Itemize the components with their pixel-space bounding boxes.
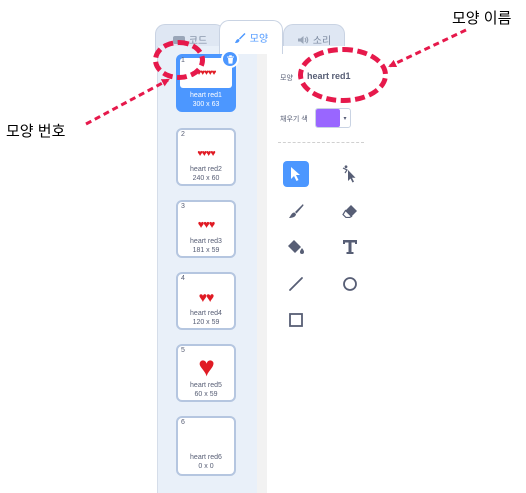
- tab-costumes-label: 모양: [249, 34, 269, 45]
- costume-number: 3: [181, 203, 185, 210]
- fill-tool[interactable]: [283, 234, 309, 260]
- costume-number: 1: [181, 57, 185, 64]
- rectangle-tool[interactable]: [283, 307, 309, 333]
- costume-card-6[interactable]: 6 heart red6 0 x 0: [176, 416, 236, 476]
- costume-name: heart red4: [190, 310, 222, 317]
- speaker-icon: [297, 35, 309, 44]
- circle-tool[interactable]: [337, 271, 363, 297]
- brush-icon: [289, 204, 304, 218]
- costume-name: heart red3: [190, 238, 222, 245]
- circle-icon: [343, 277, 357, 291]
- costume-card-4[interactable]: 4 ♥♥ heart red4 120 x 59: [176, 272, 236, 330]
- tab-sounds-label: 소리: [312, 36, 332, 47]
- eraser-tool[interactable]: [337, 198, 363, 224]
- costume-number: 4: [181, 275, 185, 282]
- costume-thumbnail: [178, 428, 234, 454]
- fill-color-label: 채우기 색: [280, 116, 308, 123]
- costume-name: heart red5: [190, 382, 222, 389]
- tab-costumes[interactable]: 모양: [219, 20, 283, 54]
- text-tool[interactable]: [337, 234, 363, 260]
- trash-icon: [226, 54, 234, 64]
- fill-color-picker[interactable]: ▾: [315, 108, 351, 128]
- reshape-icon: [342, 165, 356, 183]
- fill-icon: [288, 240, 304, 254]
- rectangle-icon: [289, 313, 303, 327]
- costume-number: 6: [181, 419, 185, 426]
- costume-list-scrollbar[interactable]: [257, 46, 267, 493]
- costume-number: 2: [181, 131, 185, 138]
- select-icon: [291, 167, 300, 181]
- reshape-tool[interactable]: [337, 161, 363, 187]
- annotation-costume-name-label: 모양 이름: [452, 10, 512, 27]
- costume-size: 240 x 60: [192, 175, 220, 182]
- delete-costume-button[interactable]: [221, 50, 239, 68]
- costume-card-2[interactable]: 2 ♥♥♥♥ heart red2 240 x 60: [176, 128, 236, 186]
- costume-name: heart red1: [190, 92, 222, 99]
- costume-name: heart red6: [190, 454, 222, 461]
- annotation-number-highlight: [153, 40, 205, 80]
- annotation-costume-number-label: 모양 번호: [6, 123, 66, 140]
- costume-card-3[interactable]: 3 ♥♥♥ heart red3 181 x 59: [176, 200, 236, 258]
- costume-card-5[interactable]: 5 ♥ heart red5 60 x 59: [176, 344, 236, 402]
- costume-thumbnail: ♥♥♥♥: [178, 140, 234, 166]
- costume-size: 300 x 63: [192, 101, 220, 108]
- annotation-name-highlight: [298, 47, 388, 103]
- paintbrush-icon: [234, 32, 246, 43]
- costume-thumbnail: ♥♥: [178, 284, 234, 310]
- eraser-icon: [342, 205, 357, 218]
- fill-color-swatch: [316, 109, 340, 127]
- brush-tool[interactable]: [283, 198, 309, 224]
- line-tool[interactable]: [283, 271, 309, 297]
- costume-size: 181 x 59: [192, 247, 220, 254]
- costume-size: 0 x 0: [198, 463, 214, 470]
- costume-name-label: 모양: [280, 75, 293, 82]
- hearts-image: ♥♥♥♥: [197, 147, 215, 158]
- hearts-image: ♥: [198, 351, 215, 382]
- costume-number: 5: [181, 347, 185, 354]
- hearts-image: ♥♥♥: [197, 218, 216, 231]
- text-icon: [343, 240, 357, 254]
- line-icon: [289, 277, 303, 291]
- costume-name: heart red2: [190, 166, 222, 173]
- caret-down-icon: ▾: [343, 115, 347, 122]
- costume-size: 60 x 59: [194, 391, 218, 398]
- select-tool[interactable]: [283, 161, 309, 187]
- annotation-arrow-number: [85, 78, 170, 126]
- hearts-image: ♥♥: [198, 289, 215, 305]
- divider: [278, 142, 364, 143]
- costume-size: 120 x 59: [192, 319, 220, 326]
- costume-thumbnail: ♥: [178, 351, 234, 382]
- costume-thumbnail: ♥♥♥: [178, 212, 234, 238]
